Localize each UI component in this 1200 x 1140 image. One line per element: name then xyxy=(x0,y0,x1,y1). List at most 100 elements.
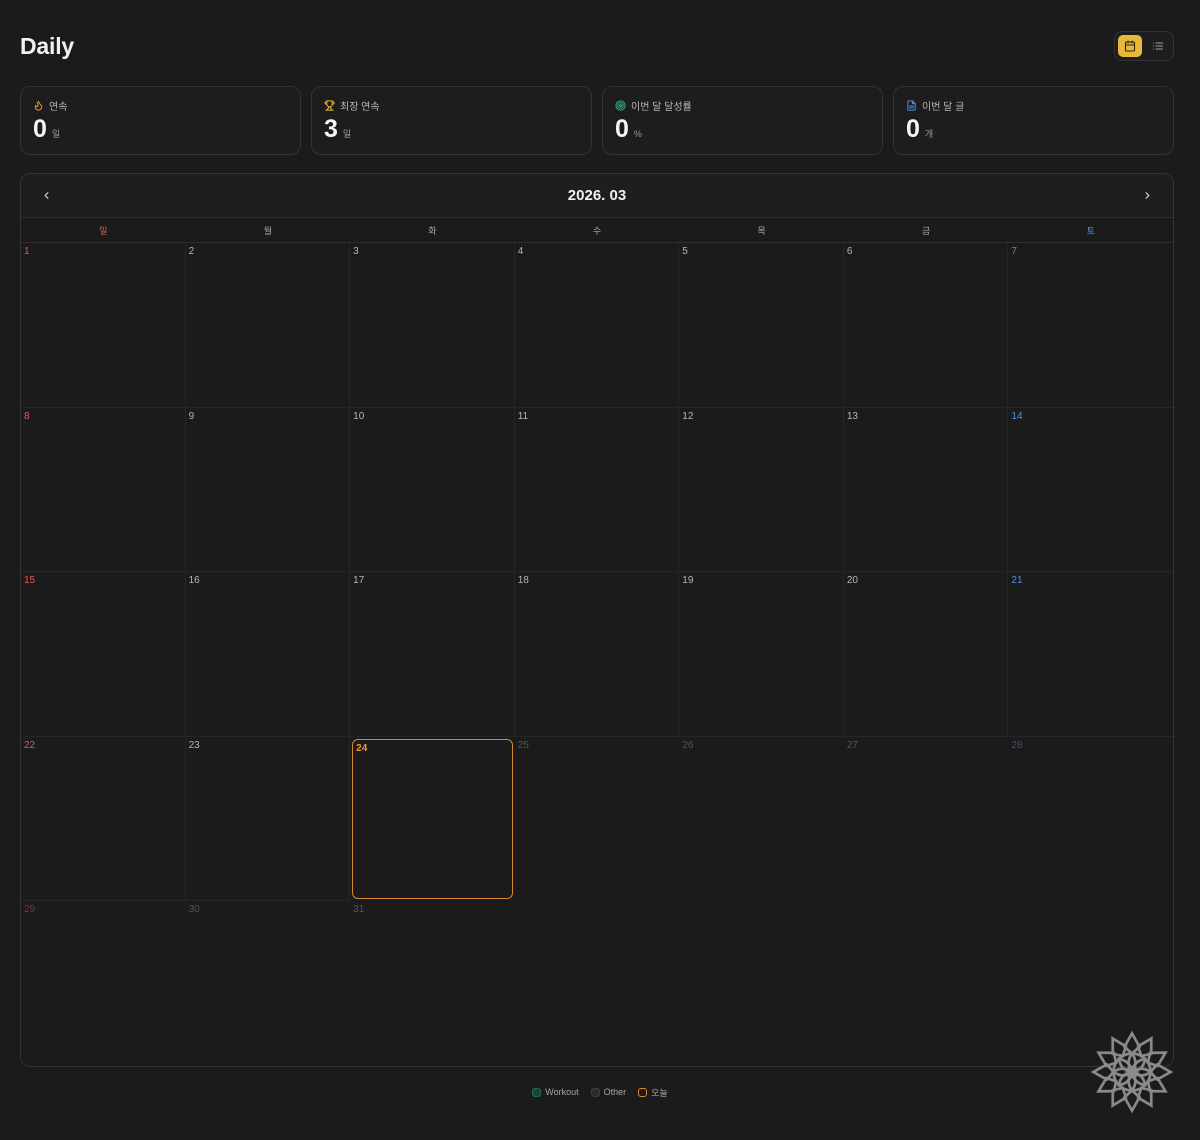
calendar-day[interactable]: 2 xyxy=(185,243,351,408)
calendar-day[interactable]: 19 xyxy=(679,572,844,737)
day-number: 29 xyxy=(24,904,36,916)
calendar-day[interactable]: 3 xyxy=(350,243,515,408)
calendar-day[interactable]: 7 xyxy=(1008,243,1173,408)
calendar-day[interactable]: 27 xyxy=(844,737,1009,902)
calendar-day[interactable]: 30 xyxy=(186,901,351,1066)
calendar-day[interactable]: 8 xyxy=(21,407,186,573)
day-number: 20 xyxy=(846,575,858,587)
day-number: 19 xyxy=(682,575,694,587)
stat-value: 0 xyxy=(906,115,920,143)
calendar-day[interactable]: 20 xyxy=(843,572,1009,737)
legend-item-workout: Workout xyxy=(532,1087,579,1097)
calendar-day[interactable]: 17 xyxy=(350,572,515,737)
day-number: 14 xyxy=(1011,410,1023,422)
day-number: 7 xyxy=(1011,246,1017,257)
weekday-fri: 금 xyxy=(921,225,931,236)
day-number: 27 xyxy=(846,739,858,751)
stat-label-row: 최장 연속 xyxy=(324,98,579,113)
mandala-logo xyxy=(1090,1030,1174,1114)
trophy-icon xyxy=(324,99,335,111)
target-icon xyxy=(615,99,626,111)
document-icon xyxy=(907,99,916,111)
day-number: 9 xyxy=(188,410,195,422)
calendar-day[interactable]: 11 xyxy=(514,407,680,573)
day-number: 18 xyxy=(517,575,529,587)
view-toggle xyxy=(1114,31,1174,61)
day-number: 23 xyxy=(188,739,200,751)
day-number: 11 xyxy=(517,410,529,422)
stat-label-row: 이번 달 달성률 xyxy=(615,98,870,113)
day-number: 16 xyxy=(188,575,200,587)
calendar-nav: 2026. 03 xyxy=(21,174,1173,218)
calendar-view-button[interactable] xyxy=(1118,35,1142,57)
day-number: 2 xyxy=(188,246,195,257)
calendar-cell-empty xyxy=(515,901,680,1066)
stat-value-row: 0 % xyxy=(615,115,870,143)
day-number: 1 xyxy=(24,246,30,257)
day-number: 8 xyxy=(24,410,30,422)
day-number: 26 xyxy=(682,739,694,751)
weekday-header: 일 월 화 수 목 금 토 xyxy=(21,218,1173,243)
stat-card-best-streak: 최장 연속 3 일 xyxy=(311,86,592,155)
stat-unit: % xyxy=(633,129,642,139)
legend-label: 오늘 xyxy=(651,1087,668,1098)
calendar-day[interactable]: 28 xyxy=(1008,737,1173,902)
weekday-sat: 토 xyxy=(1086,225,1095,236)
day-number: 15 xyxy=(24,575,36,587)
day-number: 17 xyxy=(353,575,365,587)
legend: Workout Other 오늘 xyxy=(0,1085,1200,1099)
chevron-left-icon xyxy=(44,192,48,199)
stat-card-streak: 연속 0 일 xyxy=(20,86,301,155)
stat-value: 3 xyxy=(324,115,338,143)
chevron-right-icon xyxy=(1146,192,1150,199)
calendar-day[interactable]: 29 xyxy=(21,901,186,1066)
calendar-day[interactable]: 13 xyxy=(843,407,1009,573)
next-month-button[interactable] xyxy=(1141,189,1155,203)
calendar-day[interactable]: 31 xyxy=(350,901,515,1066)
day-number: 30 xyxy=(188,904,200,916)
calendar-day[interactable]: 22 xyxy=(21,736,186,902)
day-number: 6 xyxy=(846,246,853,257)
prev-month-button[interactable] xyxy=(39,189,53,203)
day-number: 12 xyxy=(682,410,694,422)
stats-row: 연속 0 일 최장 연속 3 일 이번 달 달성률 0 % 이번 달 글 0 개 xyxy=(20,86,1174,155)
calendar-cell-empty xyxy=(844,901,1009,1066)
calendar-day[interactable]: 16 xyxy=(185,572,351,737)
calendar-day-today[interactable]: 24 xyxy=(352,738,513,900)
calendar-day[interactable]: 5 xyxy=(679,243,844,408)
page-title: Daily xyxy=(20,32,74,59)
weekday-sun: 일 xyxy=(99,225,108,236)
legend-label: Workout xyxy=(545,1087,579,1097)
calendar-day[interactable]: 4 xyxy=(514,243,680,408)
list-view-button[interactable] xyxy=(1146,35,1170,57)
calendar-day[interactable]: 25 xyxy=(515,737,680,902)
stat-card-monthly-posts: 이번 달 글 0 개 xyxy=(893,86,1174,155)
stat-label-row: 이번 달 글 xyxy=(906,98,1161,113)
calendar-day[interactable]: 15 xyxy=(21,572,186,737)
calendar-day[interactable]: 1 xyxy=(21,243,186,408)
calendar-day[interactable]: 23 xyxy=(185,736,351,902)
month-label: 2026. 03 xyxy=(567,187,627,204)
calendar-day[interactable]: 18 xyxy=(514,572,680,737)
stat-unit: 개 xyxy=(924,129,934,139)
day-number: 3 xyxy=(353,246,359,257)
calendar-day[interactable]: 6 xyxy=(843,243,1009,408)
calendar-day[interactable]: 9 xyxy=(185,407,351,573)
calendar-day[interactable]: 14 xyxy=(1008,408,1173,573)
stat-label: 연속 xyxy=(49,101,68,113)
page-header: Daily xyxy=(20,28,1174,64)
list-icon xyxy=(1153,42,1163,50)
calendar-day[interactable]: 21 xyxy=(1008,572,1173,737)
day-number: 28 xyxy=(1011,739,1023,751)
stat-value-row: 3 일 xyxy=(324,115,579,143)
calendar-day[interactable]: 12 xyxy=(679,407,844,573)
stat-value: 0 xyxy=(33,115,47,143)
legend-item-today: 오늘 xyxy=(638,1086,668,1099)
stat-card-monthly-rate: 이번 달 달성률 0 % xyxy=(602,86,883,155)
stat-value: 0 xyxy=(615,115,629,143)
day-number: 4 xyxy=(517,246,524,257)
calendar-day[interactable]: 10 xyxy=(350,407,515,573)
calendar-day[interactable]: 26 xyxy=(679,737,844,902)
flame-icon xyxy=(34,100,43,111)
weekday-wed: 수 xyxy=(592,225,602,236)
